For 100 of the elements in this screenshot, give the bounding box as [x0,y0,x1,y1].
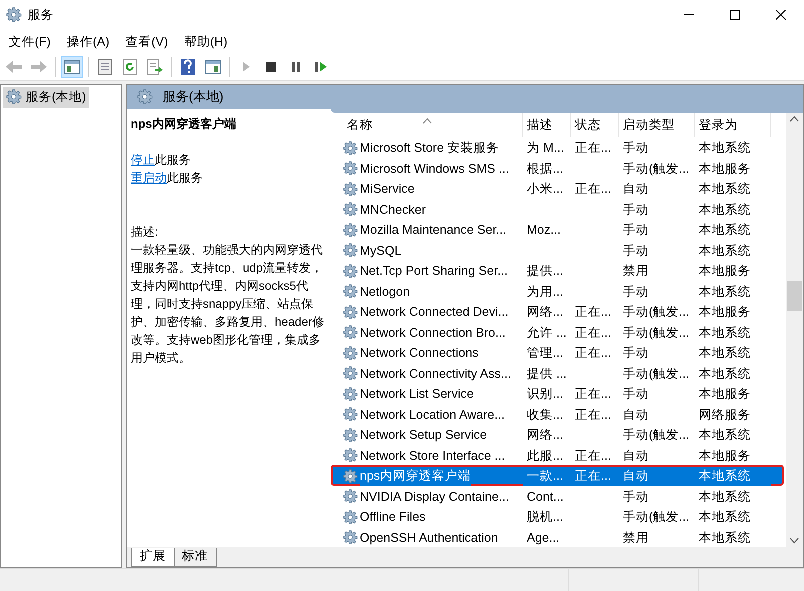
console-tree-button[interactable] [61,56,83,78]
gear-icon [343,366,358,382]
table-row[interactable]: OpenSSH Authentication Age... 禁用 本地系统 [331,526,784,547]
menu-item[interactable]: 查看(V) [118,30,176,54]
action-link[interactable]: 停止 [131,153,155,167]
table-cell: 自动 [619,467,695,486]
vertical-scrollbar[interactable] [786,113,803,547]
service-name-cell-text: MySQL [360,242,402,260]
service-name-cell-text: Microsoft Windows SMS ... [360,160,510,178]
gear-icon [343,448,358,464]
gear-icon [6,7,22,23]
view-tab[interactable]: 扩展 [131,548,175,567]
properties-icon [98,59,112,75]
table-cell-text: 本地服务 [698,448,752,464]
table-cell-text: 本地系统 [698,530,752,546]
menu-item[interactable]: 文件(F) [2,30,58,54]
table-cell-text: 本地系统 [698,284,752,300]
gear-icon [343,510,358,525]
table-cell-text: 为用... [526,284,564,300]
table-cell-text: 本地服务 [698,386,752,403]
table-row[interactable]: Mozilla Maintenance Ser... Moz... 手动 本地系统 [331,219,784,240]
table-cell-text: 识别... [526,386,564,403]
service-name-cell-text: Network Store Interface ... [360,448,506,464]
menu-item[interactable]: 操作(A) [60,30,117,54]
table-cell-text: 本地系统 [698,324,752,342]
table-cell-text: 本地系统 [698,366,752,382]
table-cell-text: 自动 [622,448,650,464]
table-row[interactable]: Microsoft Store 安装服务 为 M... 正在... 手动 本地系统 [331,137,784,158]
table-cell-text: 本地系统 [698,202,752,218]
table-row[interactable]: Network Connections 管理... 正在... 手动 本地系统 [331,342,784,362]
table-row[interactable]: Network Connectivity Ass... 提供 ... 手动(触发... 本地系统 [331,362,784,383]
table-cell: 本地系统 [695,467,771,486]
scrollbar-thumb[interactable] [787,281,802,311]
gear-icon [343,468,358,484]
service-name-cell-text: MNChecker [360,202,426,218]
table-cell-text: 正在... [574,448,612,464]
gear-icon [343,284,358,300]
table-cell-text: 网络... [526,427,564,444]
service-name-cell-text: Mozilla Maintenance Ser... [360,222,507,239]
gear-icon [343,182,358,197]
close-icon [776,10,786,20]
scroll-down-icon[interactable] [790,538,799,544]
stop-icon [265,61,277,73]
table-cell-text: 手动(触发... [622,304,691,321]
table-cell-text: 管理... [526,345,564,362]
gear-icon [343,346,358,361]
table-cell-text: 自动 [622,406,650,424]
gear-icon [137,89,153,105]
view-tab[interactable]: 标准 [173,548,217,567]
table-row[interactable]: MiService 小米... 正在... 自动 本地系统 [331,178,784,198]
table-cell-text: 本地服务 [698,304,752,321]
menu-item[interactable]: 帮助(H) [177,30,235,54]
table-cell-text: 手动(触发... [622,366,691,383]
table-cell-text: 本地系统 [698,427,752,444]
table-cell-text: 本地服务 [698,160,752,178]
table-cell-text: 收集... [526,406,564,424]
table-cell-text: 禁用 [622,263,650,280]
pause-icon [290,61,302,73]
table-row[interactable]: MNChecker 手动 本地系统 [331,198,784,219]
gear-icon [343,304,358,320]
maximize-icon [730,10,740,20]
service-name-cell: nps内网穿透客户端 [360,467,472,486]
table-row[interactable]: NVIDIA Display Containe... Cont... 手动 本地系统 [331,486,784,506]
table-cell-text: 本地系统 [698,242,752,260]
table-cell-text: 网络服务 [698,406,752,424]
gear-icon [343,222,358,238]
help-icon [181,59,195,75]
table-cell-text: 正在... [574,140,612,157]
service-name-cell-text: Netlogon [360,284,410,301]
action-link[interactable]: 重启动 [131,171,167,185]
table-row[interactable]: MySQL 手动 本地系统 [331,240,784,260]
table-row[interactable]: Network Location Aware... 收集... 正在... 自动 网络服务 [331,404,784,424]
table-row[interactable]: Network List Service 识别... 正在... 手动 本地服务 [331,383,784,404]
table-row[interactable]: Network Connected Devi... 网络... 正在... 手动(触发... 本地服务 [331,301,784,322]
table-cell: 正在... [571,467,619,486]
service-name-cell-text: Network Setup Service [360,427,488,444]
table-row[interactable]: Netlogon 为用... 手动 本地系统 [331,280,784,301]
table-row[interactable]: nps内网穿透客户端 一款... 正在... 自动 本地系统 [331,465,784,486]
table-cell-text: Moz... [526,222,562,239]
table-row[interactable]: Network Connection Bro... 允许 ... 正在... 手动(触发... 本地系统 [331,322,784,342]
table-row[interactable]: Network Store Interface ... 此服... 正在... 自动 本地服务 [331,444,784,465]
table-cell-text: 手动 [622,222,650,239]
description-text: 一款轻量级、功能强大的内网穿透代理服务器。支持tcp、udp流量转发，支持内网http代理、内网socks5代理，同时支持snappy压缩、站点保护、加密传输、多路复用、header修改等。支持web图形化管理，集成多用户模式。 [131,242,326,367]
table-row[interactable]: Microsoft Windows SMS ... 根据... 手动(触发... 本地服务 [331,158,784,178]
table-cell-text: 此服... [526,448,564,464]
table-cell-text: 本地系统 [698,181,752,198]
table-row[interactable]: Net.Tcp Port Sharing Ser... 提供... 禁用 本地服务 [331,260,784,280]
table-cell-text: 手动(触发... [622,509,691,526]
service-name-cell-text: Network Connection Bro... [360,324,506,342]
table-cell-text: 手动 [622,242,650,260]
window-title: 服务 [28,6,54,24]
table-row[interactable]: Offline Files 脱机... 手动(触发... 本地系统 [331,506,784,526]
service-name-cell-text: NVIDIA Display Containe... [360,488,510,506]
gear-icon [343,264,358,279]
tree-item[interactable]: 服务(本地) [3,87,90,108]
service-name-cell-text: Network Location Aware... [360,406,505,424]
forward-arrow-icon [30,60,48,74]
table-row[interactable]: Network Setup Service 网络... 手动(触发... 本地系统 [331,424,784,444]
gear-icon [343,407,358,422]
scroll-up-icon[interactable] [790,116,799,122]
